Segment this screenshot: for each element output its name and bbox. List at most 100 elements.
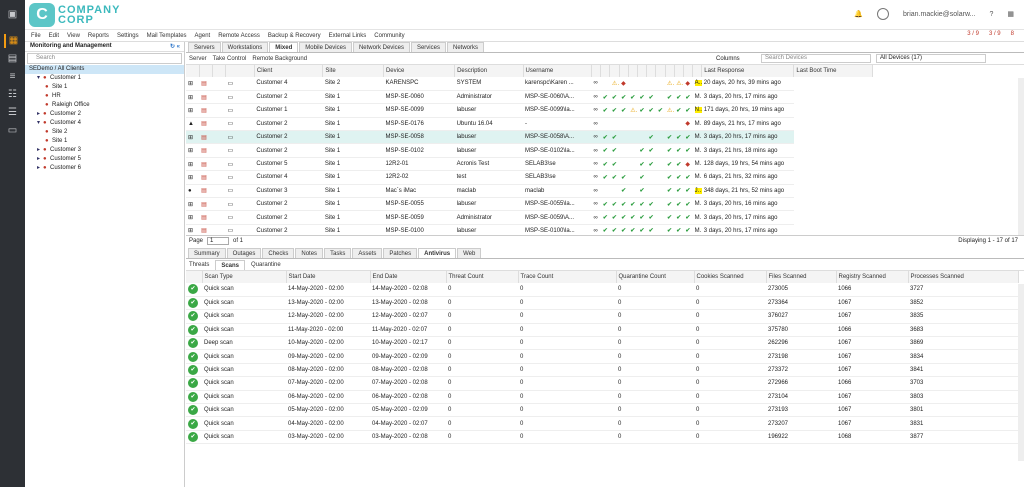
device-row[interactable]: ⊞ ▤ ▭ Customer 2 Site 1 MSP-SE-0100 labuser MSP… bbox=[186, 224, 1018, 235]
scan-row[interactable]: ✔ Quick scan 13-May-2020 - 02:00 13-May-202… bbox=[186, 296, 1018, 311]
col-header[interactable]: Username bbox=[523, 65, 593, 77]
tree-node[interactable]: ▸ ● Customer 2 bbox=[25, 110, 184, 119]
tree-node[interactable]: ▸ ● Customer 6 bbox=[25, 164, 184, 173]
menu-reports[interactable]: Reports bbox=[88, 33, 109, 39]
device-filter-select[interactable]: All Devices (17) bbox=[876, 54, 986, 63]
server-menu-button[interactable]: Server bbox=[189, 56, 207, 62]
col-header[interactable]: Trace Count bbox=[518, 271, 617, 283]
subtab-threats[interactable]: Threats bbox=[189, 262, 209, 268]
menu-view[interactable]: View bbox=[67, 33, 80, 39]
avatar[interactable] bbox=[877, 8, 889, 20]
col-header[interactable]: Processes Scanned bbox=[908, 271, 1019, 283]
device-row[interactable]: ▲ ▤ ▭ Customer 2 Site 1 MSP-SE-0176 Ubuntu 16.… bbox=[186, 117, 1018, 132]
device-scrollbar[interactable] bbox=[1018, 78, 1024, 235]
scan-row[interactable]: ✔ Quick scan 04-May-2020 - 02:00 04-May-202… bbox=[186, 416, 1018, 431]
device-row[interactable]: ● ▤ ▭ Customer 3 Site 1 Mac`s iMac maclab macla… bbox=[186, 184, 1018, 199]
apps-grid-icon[interactable]: ▦ bbox=[1007, 10, 1014, 18]
col-header[interactable]: End Date bbox=[370, 271, 447, 283]
collapse-tree-icon[interactable]: ↻ « bbox=[170, 43, 180, 50]
detail-tab-checks[interactable]: Checks bbox=[262, 248, 295, 258]
status-col-icon[interactable] bbox=[692, 65, 703, 77]
scan-row[interactable]: ✔ Quick scan 07-May-2020 - 02:00 07-May-202… bbox=[186, 376, 1018, 391]
scan-row[interactable]: ✔ Quick scan 12-May-2020 - 02:00 12-May-202… bbox=[186, 309, 1018, 324]
device-row[interactable]: ⊞ ▤ ▭ Customer 5 Site 1 12R2-01 Acronis Test SE… bbox=[186, 157, 1018, 172]
col-header[interactable]: Threat Count bbox=[446, 271, 519, 283]
scan-row[interactable]: ✔ Quick scan 03-May-2020 - 02:00 03-May-202… bbox=[186, 430, 1018, 445]
tree-node[interactable]: ▾ ● Customer 1 bbox=[25, 74, 184, 83]
tree-node[interactable]: ▸ ● Customer 5 bbox=[25, 155, 184, 164]
chat-icon[interactable]: ▭ bbox=[4, 124, 21, 138]
tab-mixed[interactable]: Mixed bbox=[269, 42, 299, 52]
scan-row[interactable]: ✔ Quick scan 08-May-2020 - 02:00 08-May-202… bbox=[186, 363, 1018, 378]
status-col-icon[interactable] bbox=[600, 65, 611, 77]
col-header[interactable]: Last Response bbox=[701, 65, 795, 77]
status-col-icon[interactable] bbox=[619, 65, 629, 77]
menu-community[interactable]: Community bbox=[374, 33, 404, 39]
dashboard-icon[interactable]: ▦ bbox=[4, 34, 21, 48]
col-header[interactable]: Client bbox=[254, 65, 324, 77]
scan-row[interactable]: ✔ Quick scan 11-May-2020 - 02:00 11-May-202… bbox=[186, 323, 1018, 338]
tree-node[interactable]: SEDemo / All Clients bbox=[25, 65, 184, 74]
status-col-icon[interactable] bbox=[212, 65, 226, 77]
scan-row[interactable]: ✔ Deep scan 10-May-2020 - 02:00 10-May-2020… bbox=[186, 336, 1018, 351]
menu-edit[interactable]: Edit bbox=[49, 33, 59, 39]
monitor-icon[interactable]: ▣ bbox=[4, 8, 21, 22]
menu-agent[interactable]: Agent bbox=[195, 33, 211, 39]
col-header[interactable]: Quarantine Count bbox=[616, 271, 695, 283]
device-row[interactable]: ⊞ ▤ ▭ Customer 1 Site 1 MSP-SE-0099 labuser MSP… bbox=[186, 103, 1018, 118]
col-header[interactable]: Site bbox=[322, 65, 384, 77]
menu-mail-templates[interactable]: Mail Templates bbox=[147, 33, 187, 39]
status-col-icon[interactable] bbox=[199, 65, 213, 77]
tree-node[interactable]: ● Site 1 bbox=[25, 83, 184, 92]
scan-row[interactable]: ✔ Quick scan 09-May-2020 - 02:00 09-May-202… bbox=[186, 349, 1018, 364]
col-header[interactable]: Device bbox=[383, 65, 456, 77]
status-col-icon[interactable] bbox=[674, 65, 684, 77]
search-devices-input[interactable]: Search Devices bbox=[761, 54, 871, 63]
tree-node[interactable]: ● Raleigh Office bbox=[25, 101, 184, 110]
tab-mobile-devices[interactable]: Mobile Devices bbox=[299, 42, 352, 52]
subtab-quarantine[interactable]: Quarantine bbox=[251, 262, 281, 268]
scan-row[interactable]: ✔ Quick scan 14-May-2020 - 02:00 14-May-202… bbox=[186, 283, 1018, 297]
device-row[interactable]: ⊞ ▤ ▭ Customer 4 Site 1 12R2-02 test SELAB3\se ∞… bbox=[186, 170, 1018, 185]
status-col-icon[interactable] bbox=[683, 65, 694, 77]
remote-background-button[interactable]: Remote Background bbox=[252, 56, 307, 62]
device-row[interactable]: ⊞ ▤ ▭ Customer 2 Site 1 MSP-SE-0102 labuser MSP… bbox=[186, 143, 1018, 158]
col-header[interactable]: Last Boot Time bbox=[793, 65, 874, 77]
col-header[interactable]: Scan Type bbox=[202, 271, 287, 283]
tree-search-input[interactable]: Search bbox=[27, 53, 182, 64]
alert-count[interactable]: 3 / 9 bbox=[967, 31, 979, 37]
device-row[interactable]: ⊞ ▤ ▭ Customer 2 Site 1 MSP-SE-0058 labuser MSP… bbox=[186, 130, 1018, 145]
alert-count[interactable]: 8 bbox=[1011, 31, 1014, 37]
scan-scrollbar[interactable] bbox=[1018, 284, 1024, 461]
subtab-scans[interactable]: Scans bbox=[215, 259, 246, 270]
detail-tab-assets[interactable]: Assets bbox=[352, 248, 383, 258]
detail-tab-web[interactable]: Web bbox=[457, 248, 482, 258]
columns-button[interactable]: Columns bbox=[716, 56, 740, 62]
tab-network-devices[interactable]: Network Devices bbox=[352, 42, 410, 52]
status-col-icon[interactable] bbox=[628, 65, 638, 77]
device-row[interactable]: ⊞ ▤ ▭ Customer 2 Site 1 MSP-SE-0055 labuser MSP… bbox=[186, 197, 1018, 212]
status-col-icon[interactable] bbox=[655, 65, 666, 77]
status-col-icon[interactable] bbox=[646, 65, 657, 77]
status-col-icon[interactable] bbox=[665, 65, 675, 77]
detail-tab-outages[interactable]: Outages bbox=[226, 248, 262, 258]
status-col-icon[interactable] bbox=[637, 65, 648, 77]
col-header[interactable]: Start Date bbox=[286, 271, 371, 283]
bell-icon[interactable]: 🔔 bbox=[854, 10, 863, 18]
page-input[interactable]: 1 bbox=[207, 237, 230, 245]
device-row[interactable]: ⊞ ▤ ▭ Customer 2 Site 1 MSP-SE-0060 Administra… bbox=[186, 90, 1018, 105]
status-col-icon[interactable] bbox=[591, 65, 602, 77]
device-row[interactable]: ⊞ ▤ ▭ Customer 2 Site 1 MSP-SE-0059 Administra… bbox=[186, 210, 1018, 225]
menu-settings[interactable]: Settings bbox=[117, 33, 139, 39]
col-header[interactable]: Cookies Scanned bbox=[694, 271, 767, 283]
col-header[interactable]: Registry Scanned bbox=[836, 271, 909, 283]
user-email[interactable]: brian.mackie@solarw... bbox=[903, 11, 975, 18]
tree-node[interactable]: ▸ ● Customer 3 bbox=[25, 146, 184, 155]
device-row[interactable]: ⊞ ▤ ▭ Customer 4 Site 2 KARENSPC SYSTEM karensp… bbox=[186, 77, 1018, 91]
tab-networks[interactable]: Networks bbox=[446, 42, 484, 52]
tree-node[interactable]: ▾ ● Customer 4 bbox=[25, 119, 184, 128]
tab-servers[interactable]: Servers bbox=[188, 42, 221, 52]
help-icon[interactable]: ? bbox=[989, 11, 993, 18]
tab-services[interactable]: Services bbox=[410, 42, 446, 52]
filter-icon[interactable]: ≡ bbox=[4, 70, 21, 84]
